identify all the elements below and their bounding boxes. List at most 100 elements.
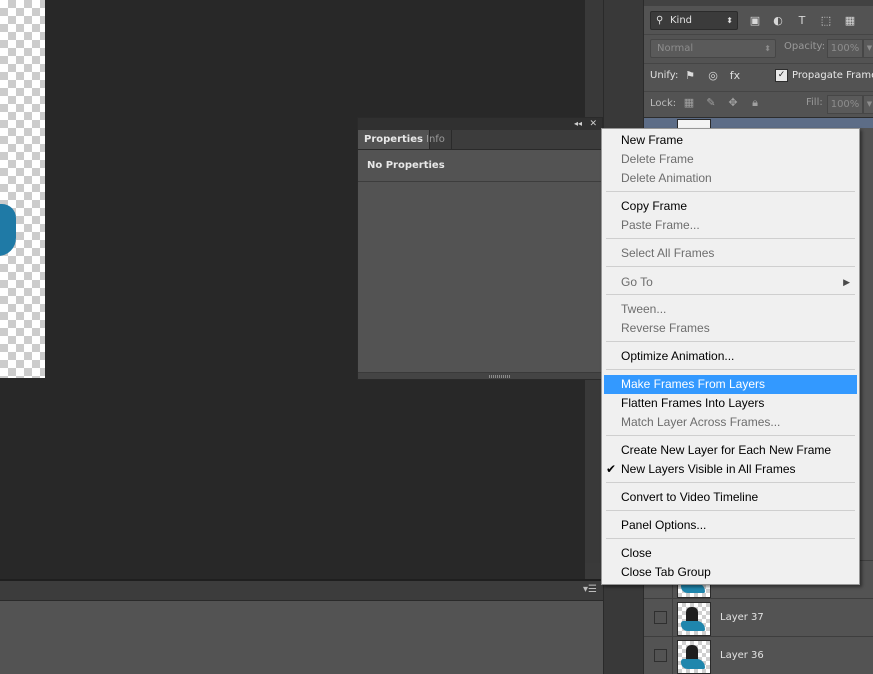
panel-titlebar[interactable]: ◂◂ ✕ (358, 118, 602, 130)
menu-item-new-frame[interactable]: New Frame (604, 131, 857, 150)
menu-separator (606, 238, 855, 239)
menu-item-label: Close (621, 546, 652, 560)
menu-separator (606, 191, 855, 192)
checkmark-icon: ✔ (606, 462, 617, 476)
menu-item-convert-to-video-timeline[interactable]: Convert to Video Timeline (604, 488, 857, 507)
menu-item-panel-options[interactable]: Panel Options... (604, 516, 857, 535)
menu-separator (606, 294, 855, 295)
lock-label: Lock: (650, 98, 677, 109)
fill-dropdown-arrow-icon[interactable]: ▼ (863, 95, 873, 114)
layer-visibility-toggle[interactable] (654, 649, 667, 662)
pixel-filter-icon[interactable]: ▣ (748, 15, 762, 27)
layer-filter-row: ⚲ Kind ⬍ ▣ ◐ T ⬚ ▦ (644, 6, 873, 35)
propagate-frame-label: Propagate Frame 1 (792, 70, 873, 81)
adjustment-filter-icon[interactable]: ◐ (771, 15, 785, 27)
layer-thumbnail (677, 640, 711, 674)
menu-item-label: Go To (621, 275, 653, 289)
panel-resize-bar[interactable] (358, 372, 602, 379)
menu-item-make-frames-from-layers[interactable]: Make Frames From Layers (604, 375, 857, 394)
panel-menu-icon[interactable]: ▾☰ (583, 584, 597, 595)
smart-object-filter-icon[interactable]: ▦ (843, 15, 857, 27)
properties-empty-message: No Properties (367, 160, 445, 171)
submenu-arrow-icon: ▶ (843, 277, 850, 287)
properties-panel: ◂◂ ✕ Properties Info No Properties (357, 117, 603, 380)
menu-item-paste-frame[interactable]: Paste Frame... (604, 216, 857, 235)
menu-item-close-tab-group[interactable]: Close Tab Group (604, 563, 857, 582)
menu-item-match-layer-across-frames[interactable]: Match Layer Across Frames... (604, 413, 857, 432)
unify-label: Unify: (650, 70, 679, 81)
opacity-label: Opacity: (784, 41, 826, 52)
lock-image-icon[interactable]: ✎ (704, 96, 718, 110)
animation-panel-menu: New Frame Delete Frame Delete Animation … (601, 128, 860, 585)
layer-visibility-toggle[interactable] (654, 611, 667, 624)
menu-item-label: Match Layer Across Frames... (621, 415, 781, 429)
menu-item-label: Reverse Frames (621, 321, 710, 335)
layer-row[interactable]: Layer 36 (644, 636, 873, 674)
menu-item-label: Convert to Video Timeline (621, 490, 759, 504)
updown-arrow-icon: ⬍ (726, 16, 733, 25)
layer-name: Layer 36 (720, 650, 764, 661)
menu-item-flatten-frames-into-layers[interactable]: Flatten Frames Into Layers (604, 394, 857, 413)
filter-kind-select[interactable]: ⚲ Kind ⬍ (650, 11, 738, 30)
menu-item-optimize-animation[interactable]: Optimize Animation... (604, 347, 857, 366)
menu-item-label: Select All Frames (621, 246, 715, 260)
thumb-fins (681, 621, 705, 631)
blend-mode-value: Normal (657, 43, 694, 54)
menu-separator (606, 435, 855, 436)
menu-item-tween[interactable]: Tween... (604, 300, 857, 319)
menu-item-label: Paste Frame... (621, 218, 700, 232)
lock-position-icon[interactable]: ✥ (726, 96, 740, 110)
visibility-column-divider (672, 599, 673, 636)
menu-item-label: Optimize Animation... (621, 349, 735, 363)
lock-all-icon[interactable]: 🔒︎ (748, 96, 762, 110)
thumb-fins (681, 659, 705, 669)
menu-separator (606, 341, 855, 342)
menu-separator (606, 510, 855, 511)
menu-item-label: New Layers Visible in All Frames (621, 462, 796, 476)
menu-separator (606, 266, 855, 267)
menu-separator (606, 482, 855, 483)
opacity-field[interactable]: 100% (827, 39, 863, 58)
menu-item-label: Delete Animation (621, 171, 712, 185)
menu-item-delete-frame[interactable]: Delete Frame (604, 150, 857, 169)
document-canvas[interactable] (0, 0, 45, 378)
layer-name: Layer 37 (720, 612, 764, 623)
close-icon[interactable]: ✕ (589, 118, 597, 130)
unify-position-icon[interactable]: ⚑ (682, 68, 698, 84)
menu-item-label: Copy Frame (621, 199, 688, 213)
unify-row: Unify: ⚑ ◎ fx ✓ Propagate Frame 1 (644, 64, 873, 92)
menu-item-label: Close Tab Group (621, 565, 711, 579)
menu-separator (606, 538, 855, 539)
menu-item-close[interactable]: Close (604, 544, 857, 563)
layer-thumbnail (677, 602, 711, 636)
menu-item-select-all-frames[interactable]: Select All Frames (604, 244, 857, 263)
menu-item-label: Tween... (621, 302, 667, 316)
menu-item-label: Delete Frame (621, 152, 694, 166)
menu-item-delete-animation[interactable]: Delete Animation (604, 169, 857, 188)
updown-arrow-icon: ⬍ (764, 44, 771, 53)
propagate-frame-checkbox[interactable]: ✓ (775, 69, 788, 82)
menu-item-go-to[interactable]: Go To ▶ (604, 273, 857, 292)
blend-mode-select[interactable]: Normal ⬍ (650, 39, 776, 58)
menu-item-new-layers-visible-all-frames[interactable]: ✔ New Layers Visible in All Frames (604, 460, 857, 479)
artwork-shape (0, 204, 16, 256)
menu-item-create-new-layer-each-frame[interactable]: Create New Layer for Each New Frame (604, 441, 857, 460)
menu-item-copy-frame[interactable]: Copy Frame (604, 197, 857, 216)
shape-filter-icon[interactable]: ⬚ (819, 15, 833, 27)
tab-info[interactable]: Info (420, 130, 452, 149)
fill-field[interactable]: 100% (827, 95, 863, 114)
collapse-icon[interactable]: ◂◂ (574, 118, 582, 130)
menu-item-label: Create New Layer for Each New Frame (621, 443, 832, 457)
menu-item-reverse-frames[interactable]: Reverse Frames (604, 319, 857, 338)
layer-row[interactable]: Layer 37 (644, 598, 873, 636)
opacity-dropdown-arrow-icon[interactable]: ▼ (863, 39, 873, 58)
lock-row: Lock: ▦ ✎ ✥ 🔒︎ Fill: 100% ▼ (644, 92, 873, 118)
unify-style-icon[interactable]: fx (727, 68, 743, 84)
lock-transparent-icon[interactable]: ▦ (682, 96, 696, 110)
type-filter-icon[interactable]: T (795, 15, 809, 27)
resize-grip-icon[interactable] (489, 375, 511, 378)
search-icon: ⚲ (656, 15, 664, 26)
menu-item-label: Panel Options... (621, 518, 707, 532)
unify-visibility-icon[interactable]: ◎ (705, 68, 721, 84)
menu-item-label: New Frame (621, 133, 684, 147)
